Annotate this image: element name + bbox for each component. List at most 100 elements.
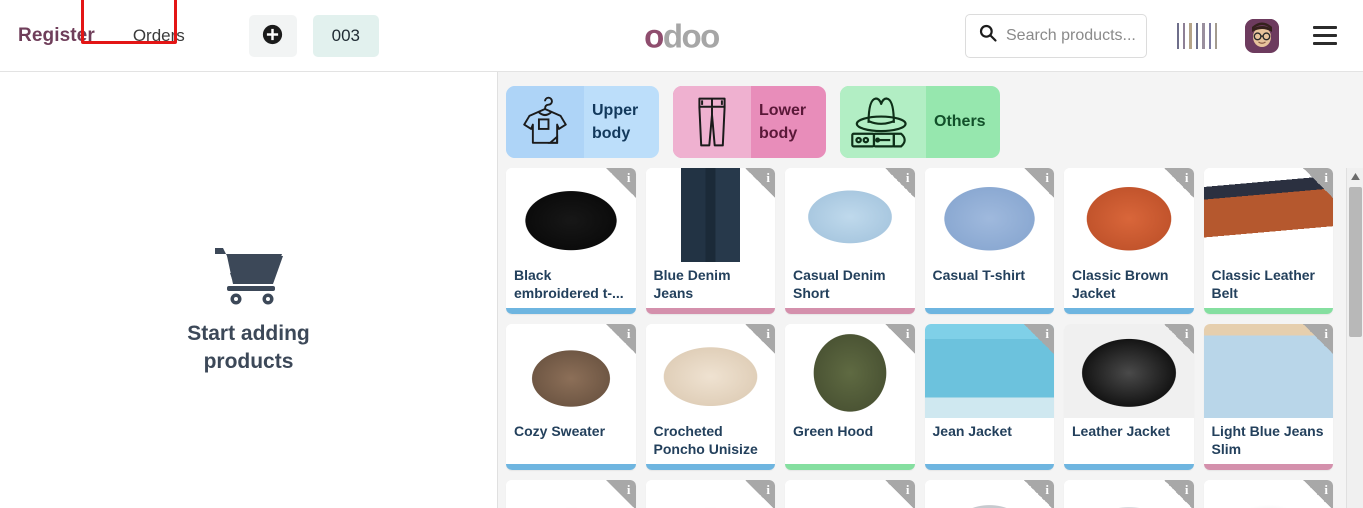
product-card[interactable]: i Green Hood: [785, 324, 915, 470]
product-card[interactable]: i Crocheted Poncho Unisize: [645, 324, 775, 470]
product-card[interactable]: i: [924, 480, 1054, 508]
product-info-icon[interactable]: i: [1024, 324, 1054, 354]
scroll-up-arrow-icon[interactable]: [1346, 168, 1363, 185]
product-info-icon[interactable]: i: [745, 168, 775, 198]
order-cart-panel: Start adding products: [0, 72, 498, 508]
product-name: Casual T-shirt: [932, 267, 1026, 283]
product-name: Classic Brown Jacket: [1072, 267, 1169, 301]
product-info-icon[interactable]: i: [1163, 324, 1194, 354]
user-avatar-button[interactable]: [1245, 18, 1279, 53]
product-info-icon[interactable]: i: [1303, 480, 1333, 508]
product-category-bar: [506, 464, 636, 470]
search-icon: [978, 23, 998, 48]
product-image: i: [785, 324, 915, 418]
category-lower-body[interactable]: Lower body: [673, 86, 826, 158]
product-category-bar: [645, 464, 775, 470]
pos-app: Register Orders 003 odoo Search products…: [0, 0, 1363, 508]
product-info-icon[interactable]: i: [1163, 480, 1194, 508]
category-others[interactable]: Others: [840, 86, 1000, 158]
product-card[interactable]: i Light Blue Jeans Slim: [1203, 324, 1333, 470]
session-number-button[interactable]: 003: [312, 14, 379, 57]
product-info-icon[interactable]: i: [1303, 324, 1333, 354]
product-card[interactable]: i: [1064, 480, 1194, 508]
product-name: Cozy Sweater: [514, 423, 606, 439]
product-image: i: [924, 324, 1054, 418]
hat-belt-icon: [840, 86, 926, 158]
category-upper-body[interactable]: Upper body: [506, 86, 659, 158]
header-right-group: [965, 13, 1347, 58]
product-info-icon[interactable]: i: [605, 324, 636, 354]
product-image: i: [1203, 324, 1333, 418]
main-body: Start adding products Upper body Lower b…: [0, 72, 1363, 508]
odoo-logo: odoo: [644, 19, 720, 52]
product-name: Leather Jacket: [1072, 423, 1171, 439]
product-card[interactable]: i: [506, 480, 636, 508]
product-info-icon[interactable]: i: [1163, 168, 1194, 198]
search-box[interactable]: [965, 13, 1147, 58]
search-input[interactable]: [1006, 26, 1136, 45]
product-card[interactable]: i Jean Jacket: [924, 324, 1054, 470]
product-info-icon[interactable]: i: [884, 480, 915, 508]
product-info-icon[interactable]: i: [745, 480, 775, 508]
new-order-button[interactable]: [248, 14, 297, 57]
hamburger-menu-button[interactable]: [1303, 14, 1347, 58]
product-name: Light Blue Jeans Slim: [1211, 423, 1324, 457]
product-category-bar: [506, 308, 636, 314]
product-card[interactable]: i Leather Jacket: [1064, 324, 1194, 470]
product-grid-scroll-area: i Black embroidered t-... i Blue Denim Jean…: [498, 168, 1363, 508]
barcode-scanner-button[interactable]: [1175, 14, 1219, 58]
product-name: Classic Leather Belt: [1211, 267, 1316, 301]
product-info-icon[interactable]: i: [1303, 168, 1333, 198]
trousers-icon: [673, 86, 751, 158]
product-image: i: [1064, 324, 1194, 418]
product-image: i: [1064, 168, 1194, 262]
product-grid: i Black embroidered t-... i Blue Denim Jean…: [506, 168, 1355, 508]
product-card[interactable]: i Cozy Sweater: [506, 324, 636, 470]
user-avatar-icon: [1245, 18, 1279, 53]
product-name: Crocheted Poncho Unisize: [653, 423, 758, 457]
category-bar: Upper body Lower body Others: [498, 72, 1363, 168]
category-label: Lower body: [759, 101, 807, 142]
product-card[interactable]: i Classic Leather Belt: [1203, 168, 1333, 314]
category-label: Others: [934, 113, 986, 131]
product-category-bar: [785, 308, 915, 314]
product-category-bar: [1064, 308, 1194, 314]
category-label: Upper body: [592, 101, 639, 142]
product-image: i: [785, 480, 915, 508]
tshirt-hanger-icon: [506, 86, 584, 158]
product-category-bar: [924, 464, 1054, 470]
product-info-icon[interactable]: i: [884, 168, 915, 198]
product-card[interactable]: i Blue Denim Jeans: [645, 168, 775, 314]
product-category-bar: [785, 464, 915, 470]
product-card[interactable]: i Black embroidered t-...: [506, 168, 636, 314]
product-grid-scrollbar[interactable]: [1346, 168, 1363, 508]
product-name: Blue Denim Jeans: [653, 267, 731, 301]
product-info-icon[interactable]: i: [1024, 480, 1054, 508]
product-image: i: [924, 168, 1054, 262]
product-card[interactable]: i: [645, 480, 775, 508]
product-card[interactable]: i: [785, 480, 915, 508]
product-card[interactable]: i: [1203, 480, 1333, 508]
product-image: i: [645, 324, 775, 418]
product-name: Green Hood: [793, 423, 874, 439]
orders-button[interactable]: Orders: [120, 15, 197, 56]
product-info-icon[interactable]: i: [1024, 168, 1054, 198]
product-card[interactable]: i Classic Brown Jacket: [1064, 168, 1194, 314]
product-image: i: [645, 480, 775, 508]
product-card[interactable]: i Casual Denim Short: [785, 168, 915, 314]
orders-button-wrapper: Orders: [80, 0, 197, 56]
products-panel: Upper body Lower body Others i Black emb…: [498, 72, 1363, 508]
product-info-icon[interactable]: i: [605, 480, 636, 508]
plus-circle-icon: [262, 24, 283, 48]
product-info-icon[interactable]: i: [605, 168, 636, 198]
empty-cart-message: Start adding products: [187, 322, 310, 374]
product-image: i: [506, 168, 636, 262]
product-category-bar: [1203, 464, 1333, 470]
product-card[interactable]: i Casual T-shirt: [924, 168, 1054, 314]
product-image: i: [785, 168, 915, 262]
product-info-icon[interactable]: i: [884, 324, 915, 354]
empty-cart-placeholder: Start adding products: [154, 244, 344, 377]
product-info-icon[interactable]: i: [745, 324, 775, 354]
product-category-bar: [1203, 308, 1333, 314]
scrollbar-thumb[interactable]: [1348, 187, 1362, 337]
